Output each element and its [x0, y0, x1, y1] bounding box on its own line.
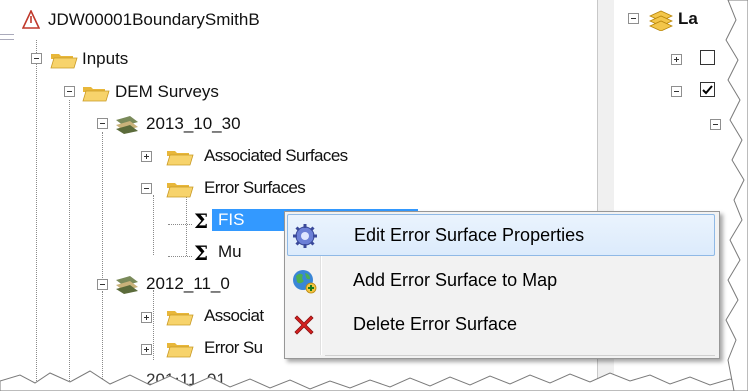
collapse-toggle[interactable] — [671, 86, 682, 97]
menu-item-delete-error-surface[interactable]: Delete Error Surface — [287, 304, 715, 346]
collapse-toggle[interactable] — [97, 279, 108, 290]
tree-node-inputs[interactable]: Inputs — [82, 49, 128, 69]
red-x-icon — [294, 315, 314, 335]
tree-line — [36, 40, 37, 391]
tree-node-error-surfaces[interactable]: Error Surfaces — [204, 178, 306, 198]
menu-item-label: Add Error Surface to Map — [353, 270, 558, 290]
gear-icon — [293, 224, 317, 248]
collapse-toggle[interactable] — [628, 13, 639, 24]
sigma-icon: Σ — [194, 209, 209, 233]
folder-open-icon — [82, 87, 110, 102]
torn-edge-decoration-right — [725, 0, 748, 391]
folder-open-icon — [166, 311, 194, 326]
expand-toggle[interactable] — [671, 54, 682, 65]
layer-visibility-checkbox-checked[interactable] — [700, 82, 715, 97]
folder-open-icon — [166, 183, 194, 198]
raster-layer-icon — [116, 116, 138, 134]
tree-node-survey[interactable]: 2013_10_30 — [146, 114, 241, 134]
tree-line — [153, 195, 154, 255]
collapse-toggle[interactable] — [64, 86, 75, 97]
tree-node-associated-surfaces[interactable]: Associat — [204, 306, 264, 326]
context-menu: Edit Error Surface Properties Add Error … — [284, 211, 720, 359]
expand-toggle[interactable] — [141, 312, 152, 323]
tree-line — [186, 196, 187, 256]
globe-add-icon — [293, 270, 317, 294]
raster-layer-icon — [116, 276, 138, 294]
menu-item-edit-error-surface-properties[interactable]: Edit Error Surface Properties — [287, 214, 715, 256]
folder-open-icon — [50, 54, 78, 69]
collapse-toggle[interactable] — [97, 118, 108, 129]
tree-line — [102, 132, 103, 292]
menu-item-label: Edit Error Surface Properties — [354, 225, 585, 245]
tree-node-root[interactable]: JDW00001BoundarySmithB — [48, 10, 260, 30]
tree-node-associated-surfaces[interactable]: Associated Surfaces — [204, 146, 348, 166]
checkmark-icon — [702, 85, 713, 95]
layers-icon — [649, 10, 673, 31]
tree-line — [153, 290, 154, 360]
tree-node-error-surface-selected[interactable]: FIS — [218, 210, 244, 230]
layer-visibility-checkbox[interactable] — [700, 50, 715, 65]
layers-label[interactable]: La — [678, 9, 698, 29]
menu-item-label: Delete Error Surface — [353, 314, 518, 334]
menu-item-add-error-surface-to-map[interactable]: Add Error Surface to Map — [287, 260, 715, 302]
tree-line — [168, 224, 192, 225]
folder-open-icon — [166, 151, 194, 166]
tree-node-dem-surveys[interactable]: DEM Surveys — [115, 82, 219, 102]
collapse-toggle[interactable] — [31, 53, 42, 64]
expand-toggle[interactable] — [141, 151, 152, 162]
sigma-icon: Σ — [194, 241, 209, 265]
warning-triangle-icon — [22, 10, 40, 29]
tree-line — [69, 100, 70, 391]
tree-node-survey[interactable]: 2012_11_0 — [146, 274, 230, 294]
collapse-toggle[interactable] — [141, 183, 152, 194]
tree-line — [168, 256, 192, 257]
tree-node-error-surface[interactable]: Mu — [218, 242, 242, 262]
panel-splitter-left[interactable] — [0, 34, 14, 40]
torn-edge-decoration — [0, 370, 748, 391]
